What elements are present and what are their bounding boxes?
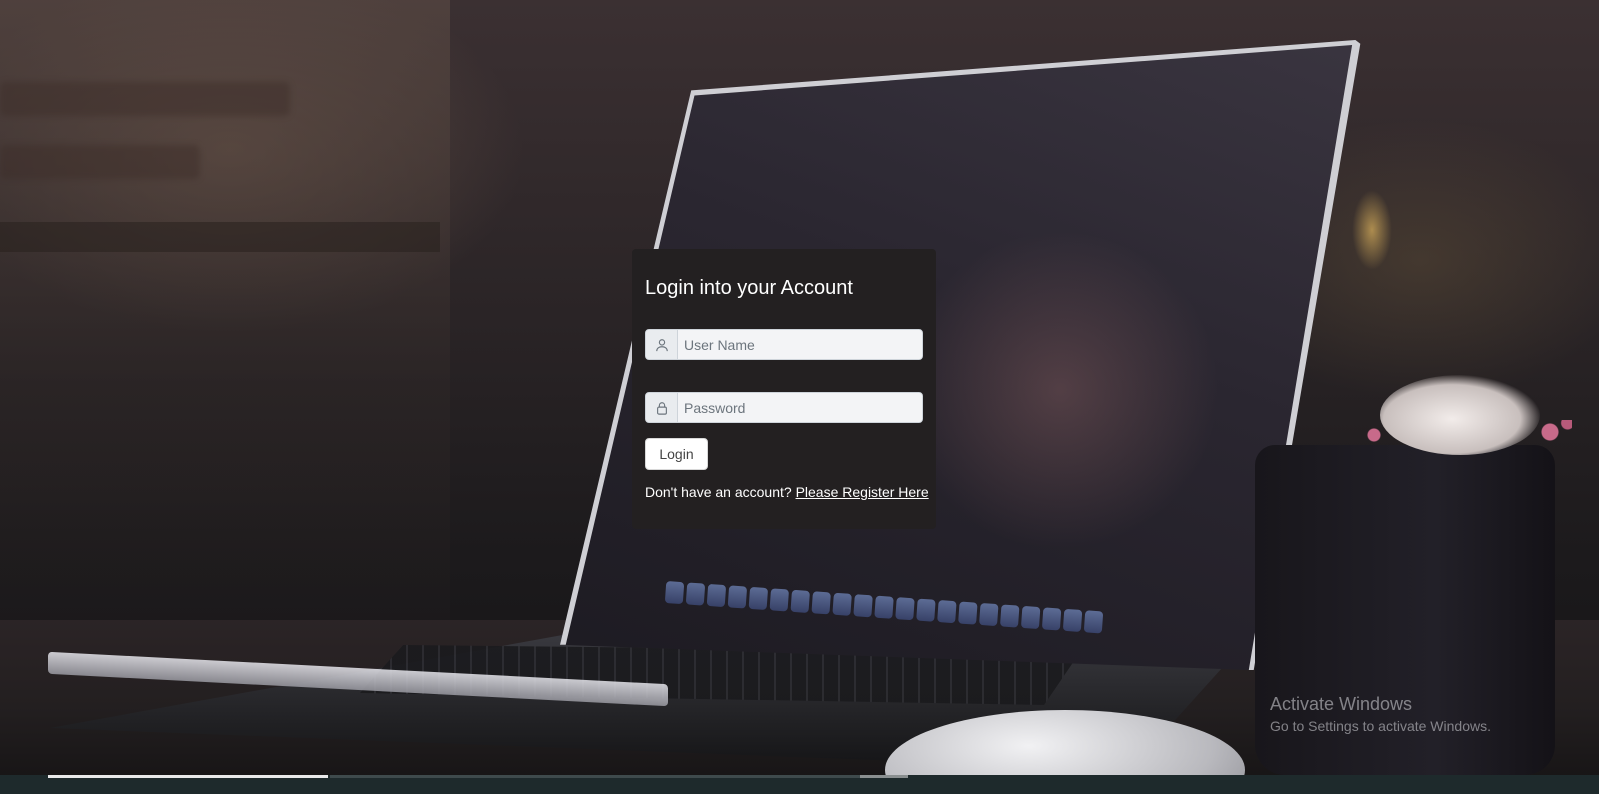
bottom-strip-segment [330,775,860,778]
login-card: Login into your Account Login Don't hav [632,249,936,529]
login-title: Login into your Account [645,277,853,299]
register-line: Don't have an account? Please Register H… [645,483,929,501]
background-blur-sign [0,145,200,179]
background-screen-glow [900,230,1220,550]
register-prompt: Don't have an account? [645,484,792,500]
user-icon [646,330,678,359]
background-berries [1352,420,1572,450]
background-blur-sign [0,82,290,116]
page: Login into your Account Login Don't hav [0,0,1599,794]
watermark-title: Activate Windows [1270,694,1413,714]
login-button[interactable]: Login [645,438,708,470]
watermark-subtitle: Go to Settings to activate Windows. [1270,718,1491,734]
register-link[interactable]: Please Register Here [796,484,929,500]
username-group [645,329,923,360]
password-group [645,392,923,423]
background-lamp [1352,190,1392,270]
background-wall-stripe [0,222,440,252]
bottom-strip-segment [860,775,908,778]
lock-icon [646,393,678,422]
bottom-strip [0,775,1599,794]
bottom-strip-highlight [48,775,328,778]
activate-windows-watermark: Activate Windows Go to Settings to activ… [1270,693,1491,737]
password-input[interactable] [678,393,922,422]
username-input[interactable] [678,330,922,359]
